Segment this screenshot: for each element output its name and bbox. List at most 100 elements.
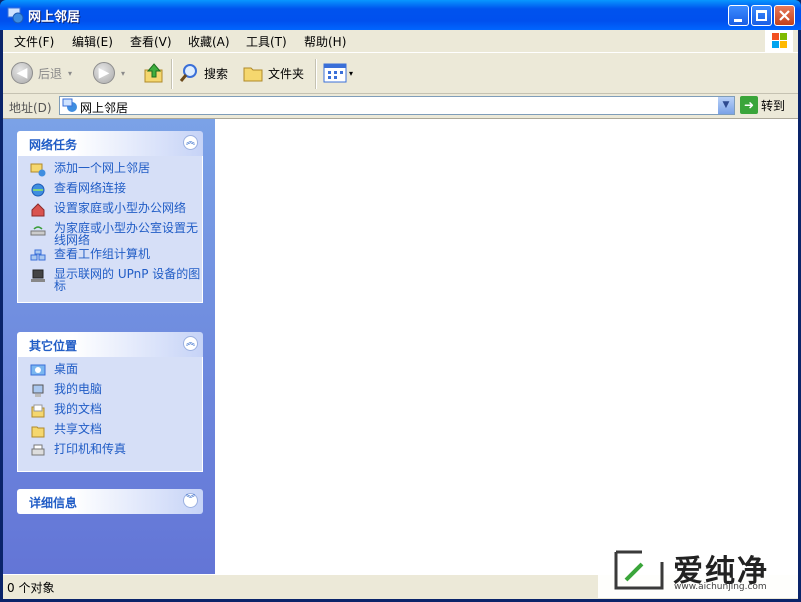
explorer-window: 网上邻居 文件(F) 编辑(E) 查看(V) 收藏(A) 工具(T) 帮助(H)… (0, 0, 801, 602)
toolbar-separator (171, 59, 173, 89)
task-label: 显示联网的 UPnP 设备的图标 (54, 267, 201, 293)
watermark-logo-icon (614, 550, 664, 590)
upnp-device-icon (31, 269, 45, 282)
expand-icon[interactable]: ︾ (183, 493, 198, 508)
back-button[interactable]: ◀ 后退 ▾ (11, 61, 72, 85)
task-label: 为家庭或小型办公室设置无线网络 (54, 221, 199, 247)
menu-edit[interactable]: 编辑(E) (72, 33, 113, 50)
menu-help[interactable]: 帮助(H) (304, 33, 346, 50)
views-button[interactable]: ▾ (323, 61, 353, 85)
go-label: 转到 (761, 98, 786, 113)
collapse-icon[interactable]: ︽ (183, 135, 198, 150)
place-desktop[interactable]: 桌面 (18, 363, 202, 381)
up-button[interactable] (143, 61, 165, 85)
watermark-url: www.aichunjing.com (674, 582, 767, 592)
title-bar[interactable]: 网上邻居 (0, 0, 801, 30)
network-connections-icon (31, 183, 45, 197)
windows-logo-icon (765, 30, 793, 52)
status-text: 0 个对象 (7, 581, 55, 595)
folders-label: 文件夹 (268, 66, 305, 81)
address-input[interactable]: 网上邻居 ▼ (59, 96, 735, 115)
address-label: 地址(D) (9, 101, 52, 115)
search-button[interactable]: 搜索 (178, 61, 228, 85)
task-setup-wireless[interactable]: 为家庭或小型办公室设置无线网络 (18, 222, 202, 246)
address-value: 网上邻居 (80, 101, 129, 115)
content-area: 网络任务 ︽ 添加一个网上邻居 查看网络连接 设置家庭或小型办公网络 为家庭或小… (3, 118, 798, 575)
desktop-icon (30, 364, 46, 376)
panel-header[interactable]: 其它位置 ︽ (17, 332, 203, 357)
task-show-upnp[interactable]: 显示联网的 UPnP 设备的图标 (18, 268, 202, 292)
window-title: 网上邻居 (28, 10, 81, 25)
workgroup-computers-icon (30, 249, 46, 261)
task-label: 查看网络连接 (54, 181, 127, 195)
forward-arrow-icon: ▶ (93, 62, 115, 84)
network-places-icon (7, 7, 24, 24)
my-computer-icon (32, 384, 44, 397)
panel-body: 添加一个网上邻居 查看网络连接 设置家庭或小型办公网络 为家庭或小型办公室设置无… (17, 156, 203, 303)
folders-button[interactable]: 文件夹 (242, 61, 304, 85)
forward-dropdown-icon[interactable]: ▾ (121, 69, 125, 78)
task-label: 查看工作组计算机 (54, 247, 151, 261)
menu-file[interactable]: 文件(F) (14, 33, 54, 50)
add-network-place-icon (30, 163, 46, 177)
back-dropdown-icon[interactable]: ▾ (68, 69, 72, 78)
forward-button[interactable]: ▶ ▾ (93, 61, 125, 85)
task-label: 我的文档 (54, 402, 103, 416)
menu-favorites[interactable]: 收藏(A) (188, 33, 230, 50)
address-dropdown-icon[interactable]: ▼ (718, 97, 734, 114)
place-printers-faxes[interactable]: 打印机和传真 (18, 443, 202, 461)
folder-icon (243, 67, 263, 82)
task-setup-home-network[interactable]: 设置家庭或小型办公网络 (18, 202, 202, 220)
task-label: 桌面 (54, 362, 79, 376)
close-icon (779, 10, 790, 21)
home-network-icon (31, 203, 45, 217)
details-panel: 详细信息 ︾ (17, 489, 203, 514)
search-label: 搜索 (204, 66, 229, 81)
folder-up-icon (144, 63, 163, 83)
menu-tools[interactable]: 工具(T) (246, 33, 287, 50)
task-view-connections[interactable]: 查看网络连接 (18, 182, 202, 200)
menu-bar: 文件(F) 编辑(E) 查看(V) 收藏(A) 工具(T) 帮助(H) (3, 30, 798, 53)
watermark: 爱纯净 www.aichunjing.com (598, 540, 798, 598)
wireless-icon (30, 226, 46, 236)
go-button[interactable]: ➜ 转到 (740, 96, 785, 114)
panel-title: 网络任务 (29, 138, 78, 152)
panel-header[interactable]: 网络任务 ︽ (17, 131, 203, 156)
place-shared-documents[interactable]: 共享文档 (18, 423, 202, 441)
panel-body: 桌面 我的电脑 我的文档 共享文档 打印机和传真 (17, 357, 203, 472)
minimize-button[interactable] (728, 5, 749, 26)
back-arrow-icon: ◀ (11, 62, 33, 84)
toolbar-separator (315, 59, 317, 89)
task-pane: 网络任务 ︽ 添加一个网上邻居 查看网络连接 设置家庭或小型办公网络 为家庭或小… (3, 119, 215, 575)
network-places-icon (62, 98, 77, 112)
my-documents-icon (31, 404, 45, 418)
printer-icon (31, 444, 45, 456)
search-icon (179, 64, 197, 82)
go-arrow-icon: ➜ (740, 96, 758, 114)
back-label: 后退 (38, 66, 63, 81)
maximize-button[interactable] (751, 5, 772, 26)
task-add-network-place[interactable]: 添加一个网上邻居 (18, 162, 202, 180)
panel-header[interactable]: 详细信息 ︾ (17, 489, 203, 514)
place-my-documents[interactable]: 我的文档 (18, 403, 202, 421)
task-label: 共享文档 (54, 422, 103, 436)
window-frame: 文件(F) 编辑(E) 查看(V) 收藏(A) 工具(T) 帮助(H) ◀ 后退… (3, 30, 798, 599)
task-label: 打印机和传真 (54, 442, 127, 456)
address-bar: 地址(D) 网上邻居 ▼ ➜ 转到 (3, 94, 798, 118)
panel-title: 其它位置 (29, 339, 78, 353)
task-view-workgroup[interactable]: 查看工作组计算机 (18, 248, 202, 266)
task-label: 添加一个网上邻居 (54, 161, 151, 175)
views-icon (323, 63, 347, 83)
place-my-computer[interactable]: 我的电脑 (18, 383, 202, 401)
toolbar: ◀ 后退 ▾ ▶ ▾ 搜索 文件夹 ▾ (3, 53, 798, 94)
task-label: 我的电脑 (54, 382, 103, 396)
panel-title: 详细信息 (29, 496, 78, 510)
other-places-panel: 其它位置 ︽ 桌面 我的电脑 我的文档 共享文档 打印机和传真 (17, 332, 203, 472)
network-tasks-panel: 网络任务 ︽ 添加一个网上邻居 查看网络连接 设置家庭或小型办公网络 为家庭或小… (17, 131, 203, 303)
collapse-icon[interactable]: ︽ (183, 336, 198, 351)
menu-view[interactable]: 查看(V) (130, 33, 172, 50)
task-label: 设置家庭或小型办公网络 (54, 201, 187, 215)
close-button[interactable] (774, 5, 795, 26)
views-dropdown-icon: ▾ (349, 68, 354, 78)
shared-folder-icon (31, 426, 45, 438)
